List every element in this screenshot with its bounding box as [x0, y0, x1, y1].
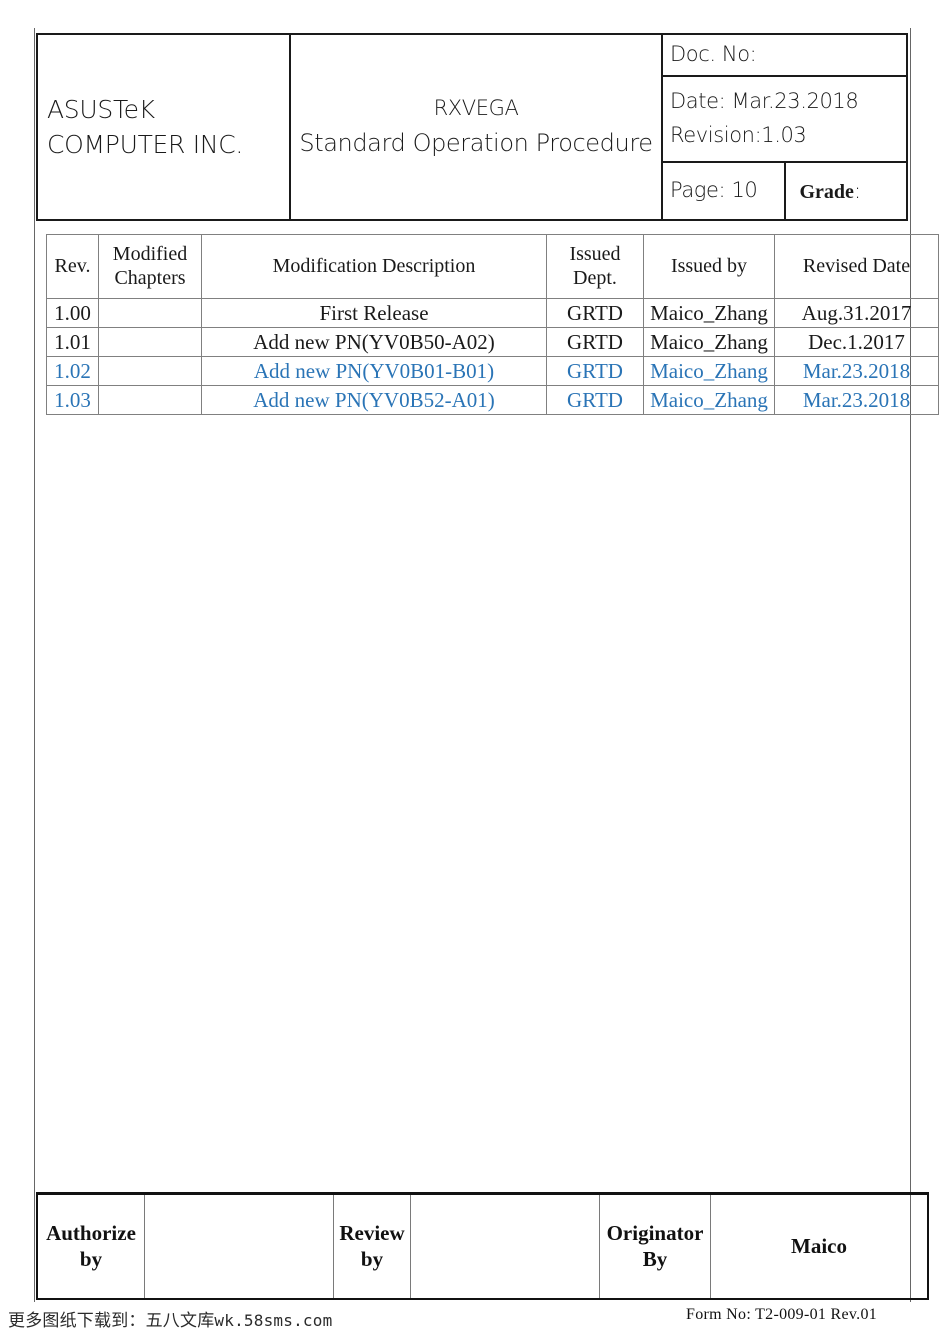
column-header-issued-dept: Issued Dept. — [546, 234, 644, 299]
authorize-by-value — [144, 1193, 334, 1299]
table-row: 1.00 First Release GRTD Maico_Zhang Aug.… — [46, 298, 939, 328]
company-name-line-1: ASUSTeK — [47, 94, 155, 124]
column-header-revised-date: Revised Date — [774, 234, 939, 299]
column-header-issued-by: Issued by — [643, 234, 775, 299]
page-number-label: Page: 10 — [670, 178, 758, 203]
company-name-cell: ASUSTeK COMPUTER INC. — [36, 33, 291, 221]
cell-issued-dept: GRTD — [546, 356, 644, 386]
document-title-line-2: Standard Operation Procedure — [299, 128, 653, 157]
table-row: 1.02 Add new PN(YV0B01-B01) GRTD Maico_Z… — [46, 356, 939, 386]
revision-label: Revision:1.03 — [670, 123, 807, 147]
date-revision-cell: Date: Mar.23.2018 Revision:1.03 — [661, 75, 908, 163]
cell-revised-date: Mar.23.2018 — [774, 385, 939, 415]
grade-cell: Grade: — [783, 161, 908, 221]
document-title-line-1: RXVEGA — [433, 96, 519, 121]
doc-no-cell: Doc. No: — [661, 33, 908, 77]
cell-issued-dept: GRTD — [546, 385, 644, 415]
cell-issued-by: Maico_Zhang — [643, 298, 775, 328]
cell-modification-description: First Release — [201, 298, 547, 328]
column-header-rev: Rev. — [46, 234, 99, 299]
watermark-url: wk.58sms.com — [214, 1311, 333, 1330]
originator-by-value: Maico — [710, 1193, 928, 1299]
revision-history-table: Rev. Modified Chapters Modification Desc… — [46, 234, 939, 415]
cell-modified-chapters — [98, 298, 202, 328]
download-watermark: 更多图纸下载到：五八文库wk.58sms.com — [8, 1306, 332, 1331]
date-label: Date: Mar.23.2018 — [670, 89, 859, 114]
cell-revised-date: Dec.1.2017 — [774, 327, 939, 357]
table-row: 1.03 Add new PN(YV0B52-A01) GRTD Maico_Z… — [46, 385, 939, 415]
grade-colon: : — [853, 178, 861, 203]
cell-rev: 1.00 — [46, 298, 99, 328]
cell-modified-chapters — [98, 385, 202, 415]
cell-modification-description: Add new PN(YV0B01-B01) — [201, 356, 547, 386]
cell-rev: 1.01 — [46, 327, 99, 357]
cell-issued-dept: GRTD — [546, 327, 644, 357]
form-number-footer: Form No: T2-009-01 Rev.01 — [686, 1306, 878, 1323]
cell-revised-date: Aug.31.2017 — [774, 298, 939, 328]
cell-modification-description: Add new PN(YV0B52-A01) — [201, 385, 547, 415]
cell-issued-dept: GRTD — [546, 298, 644, 328]
document-title-cell: RXVEGA Standard Operation Procedure — [289, 33, 663, 221]
cell-modification-description: Add new PN(YV0B50-A02) — [201, 327, 547, 357]
cell-modified-chapters — [98, 356, 202, 386]
watermark-cjk-text: 更多图纸下载到：五八文库 — [8, 1311, 215, 1331]
column-header-modification-description: Modification Description — [201, 234, 547, 299]
cell-issued-by: Maico_Zhang — [643, 327, 775, 357]
cell-issued-by: Maico_Zhang — [643, 385, 775, 415]
originator-by-label: Originator By — [599, 1193, 711, 1299]
page-number-cell: Page: 10 — [661, 161, 786, 221]
table-header-row: Rev. Modified Chapters Modification Desc… — [46, 234, 939, 299]
grade-label: Grade — [799, 180, 854, 203]
cell-rev: 1.02 — [46, 356, 99, 386]
cell-rev: 1.03 — [46, 385, 99, 415]
document-title-block: ASUSTeK COMPUTER INC. RXVEGA Standard Op… — [36, 33, 908, 221]
signature-row: Authorize by Review by Originator By Mai… — [37, 1193, 928, 1299]
cell-issued-by: Maico_Zhang — [643, 356, 775, 386]
table-row: 1.01 Add new PN(YV0B50-A02) GRTD Maico_Z… — [46, 327, 939, 357]
review-by-value — [410, 1193, 600, 1299]
review-by-label: Review by — [333, 1193, 411, 1299]
authorize-by-label: Authorize by — [37, 1193, 145, 1299]
doc-no-label: Doc. No: — [670, 42, 757, 67]
column-header-modified-chapters: Modified Chapters — [98, 234, 202, 299]
cell-modified-chapters — [98, 327, 202, 357]
company-name-line-2: COMPUTER INC. — [47, 130, 244, 159]
cell-revised-date: Mar.23.2018 — [774, 356, 939, 386]
signature-block: Authorize by Review by Originator By Mai… — [36, 1192, 929, 1300]
